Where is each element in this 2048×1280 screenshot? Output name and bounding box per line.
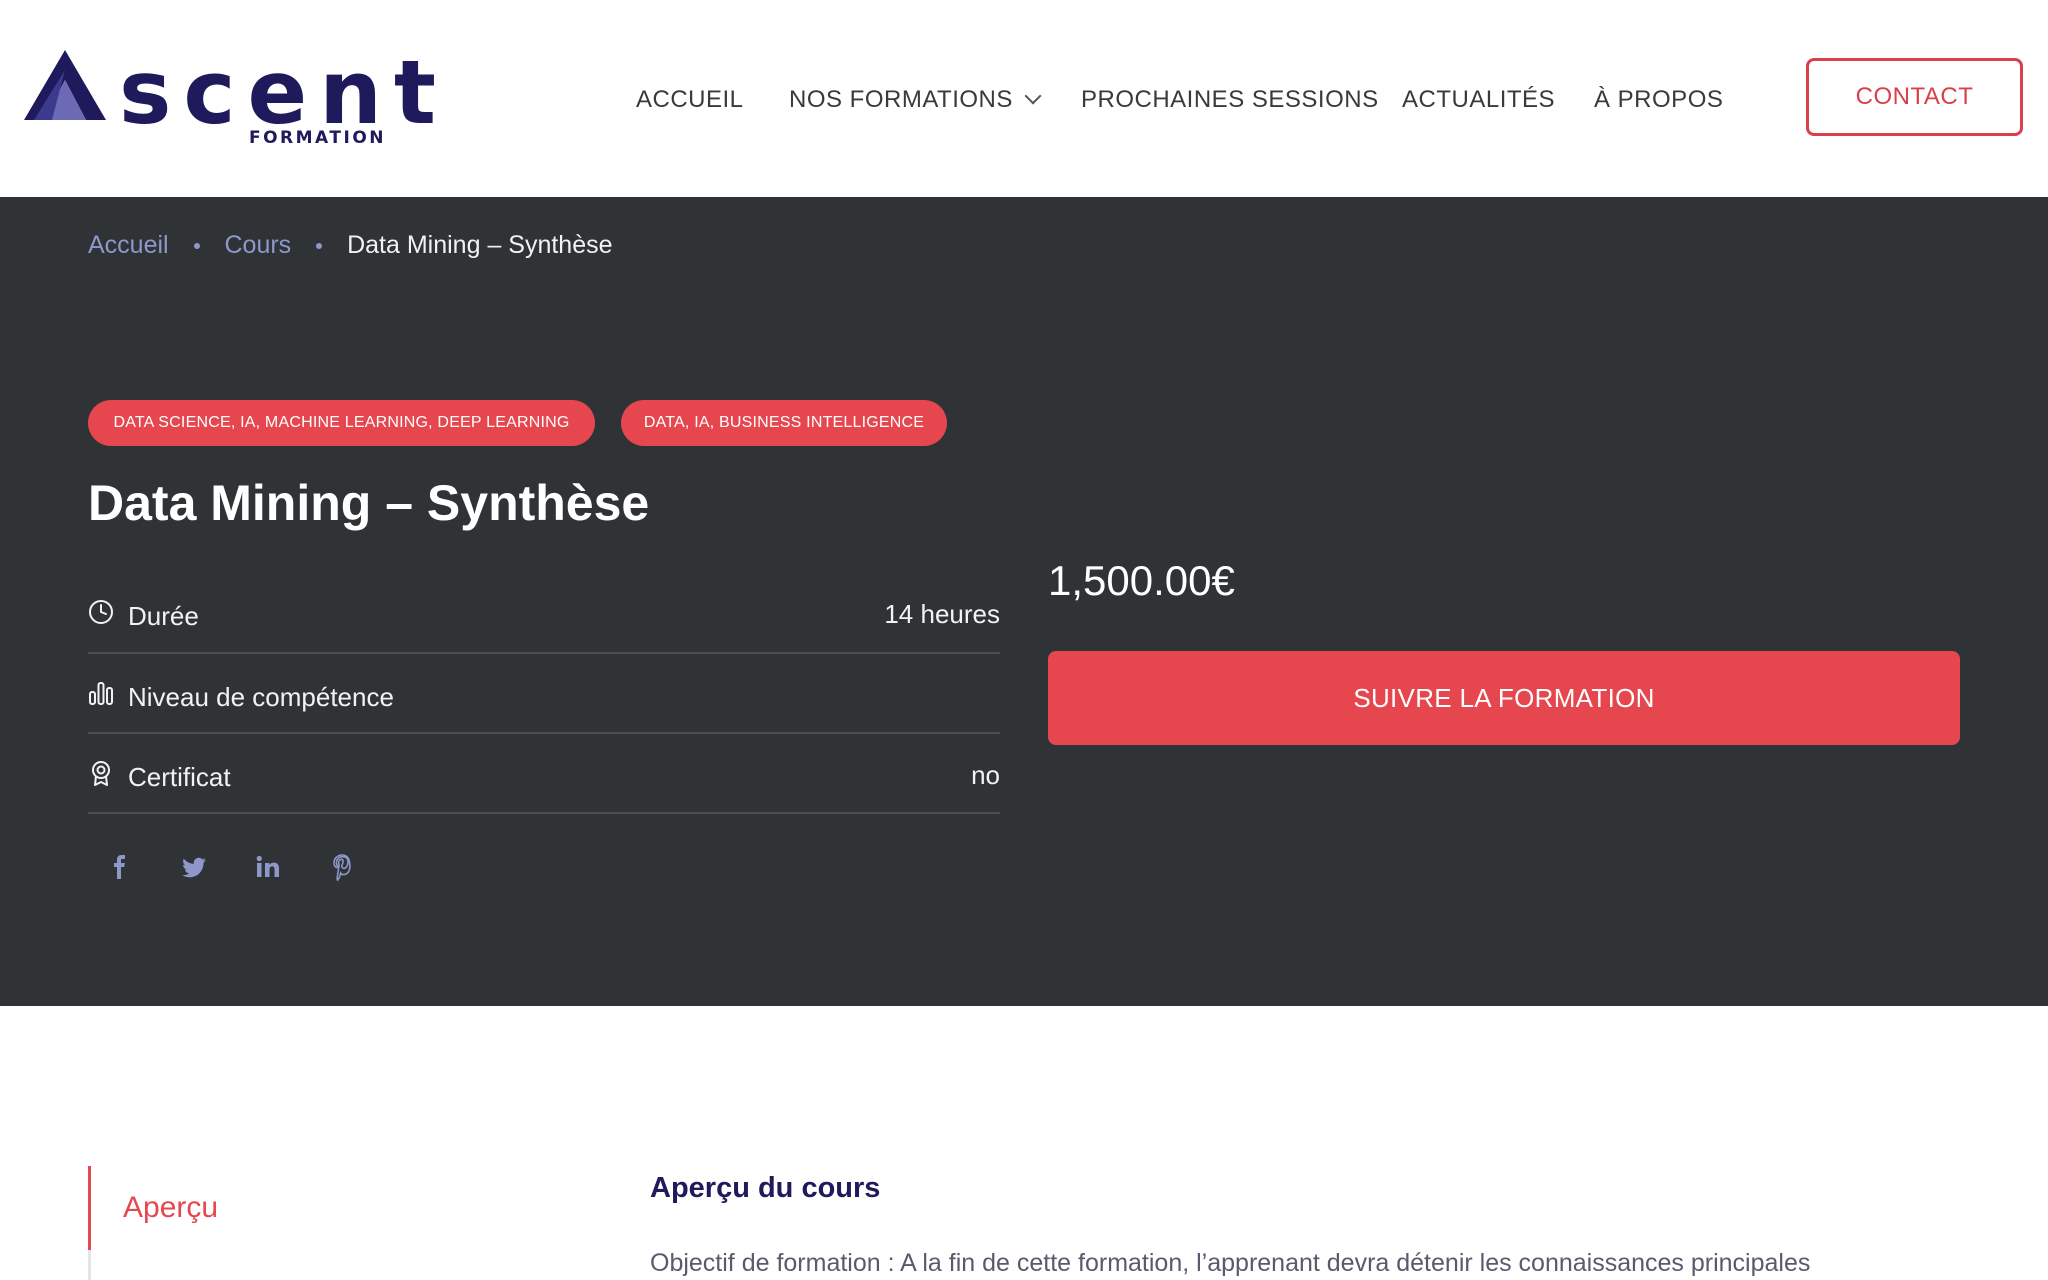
logo-subtitle: FORMATION	[248, 128, 386, 148]
social-share	[105, 852, 405, 892]
breadcrumb-current: Data Mining – Synthèse	[347, 231, 613, 259]
linkedin-icon[interactable]	[253, 852, 283, 882]
info-row-certificat: Certificat no	[88, 734, 1000, 814]
section-title: Aperçu du cours	[650, 1172, 881, 1204]
chevron-down-icon	[1024, 87, 1042, 105]
breadcrumb: Accueil Cours Data Mining – Synthèse	[88, 227, 613, 263]
breadcrumb-link-cours[interactable]: Cours	[225, 231, 292, 259]
course-info-list: Durée 14 heures Niveau de compétence Cer…	[88, 567, 1000, 814]
twitter-icon[interactable]	[179, 852, 209, 882]
nav-item-accueil[interactable]: ACCUEIL	[636, 82, 744, 118]
certificate-icon	[92, 761, 110, 786]
course-title: Data Mining – Synthèse	[88, 475, 650, 531]
main-nav: ACCUEIL NOS FORMATIONS PROCHAINES SESSIO…	[0, 82, 2048, 118]
info-label: Niveau de compétence	[128, 682, 394, 712]
nav-item-actualites[interactable]: ACTUALITÉS	[1402, 82, 1555, 118]
enroll-button[interactable]: SUIVRE LA FORMATION	[1048, 651, 1960, 745]
breadcrumb-link-accueil[interactable]: Accueil	[88, 231, 169, 259]
info-label: Certificat	[128, 762, 231, 792]
category-tag-data-bi[interactable]: DATA, IA, BUSINESS INTELLIGENCE	[621, 400, 947, 446]
nav-item-a-propos[interactable]: À PROPOS	[1594, 82, 1723, 118]
tab-next-partial	[88, 1250, 388, 1280]
info-label: Durée	[128, 601, 199, 631]
course-price: 1,500.00€	[1048, 557, 1235, 604]
section-text: Objectif de formation : A la fin de cett…	[650, 1249, 1811, 1277]
contact-button[interactable]: CONTACT	[1806, 58, 2023, 136]
facebook-icon[interactable]	[105, 852, 135, 882]
breadcrumb-separator	[316, 243, 323, 249]
nav-item-nos-formations[interactable]: NOS FORMATIONS	[789, 82, 1042, 118]
site-header: scent FORMATION ACCUEIL NOS FORMATIONS P…	[0, 0, 2048, 197]
info-value: no	[971, 760, 1000, 790]
info-row-duree: Durée 14 heures	[88, 567, 1000, 654]
course-hero: Accueil Cours Data Mining – Synthèse DAT…	[0, 197, 2048, 1006]
tab-label: Aperçu	[123, 1191, 219, 1224]
tab-apercu[interactable]: Aperçu	[88, 1166, 388, 1250]
bar-chart-icon	[89, 682, 113, 705]
info-value: 14 heures	[884, 599, 1000, 629]
category-tag-data-science[interactable]: DATA SCIENCE, IA, MACHINE LEARNING, DEEP…	[88, 400, 595, 446]
nav-item-label: NOS FORMATIONS	[789, 86, 1013, 113]
nav-item-prochaines-sessions[interactable]: PROCHAINES SESSIONS	[1081, 82, 1379, 118]
pinterest-icon[interactable]	[327, 852, 357, 882]
breadcrumb-separator	[193, 243, 200, 249]
clock-icon	[89, 600, 113, 624]
info-row-niveau: Niveau de compétence	[88, 654, 1000, 734]
